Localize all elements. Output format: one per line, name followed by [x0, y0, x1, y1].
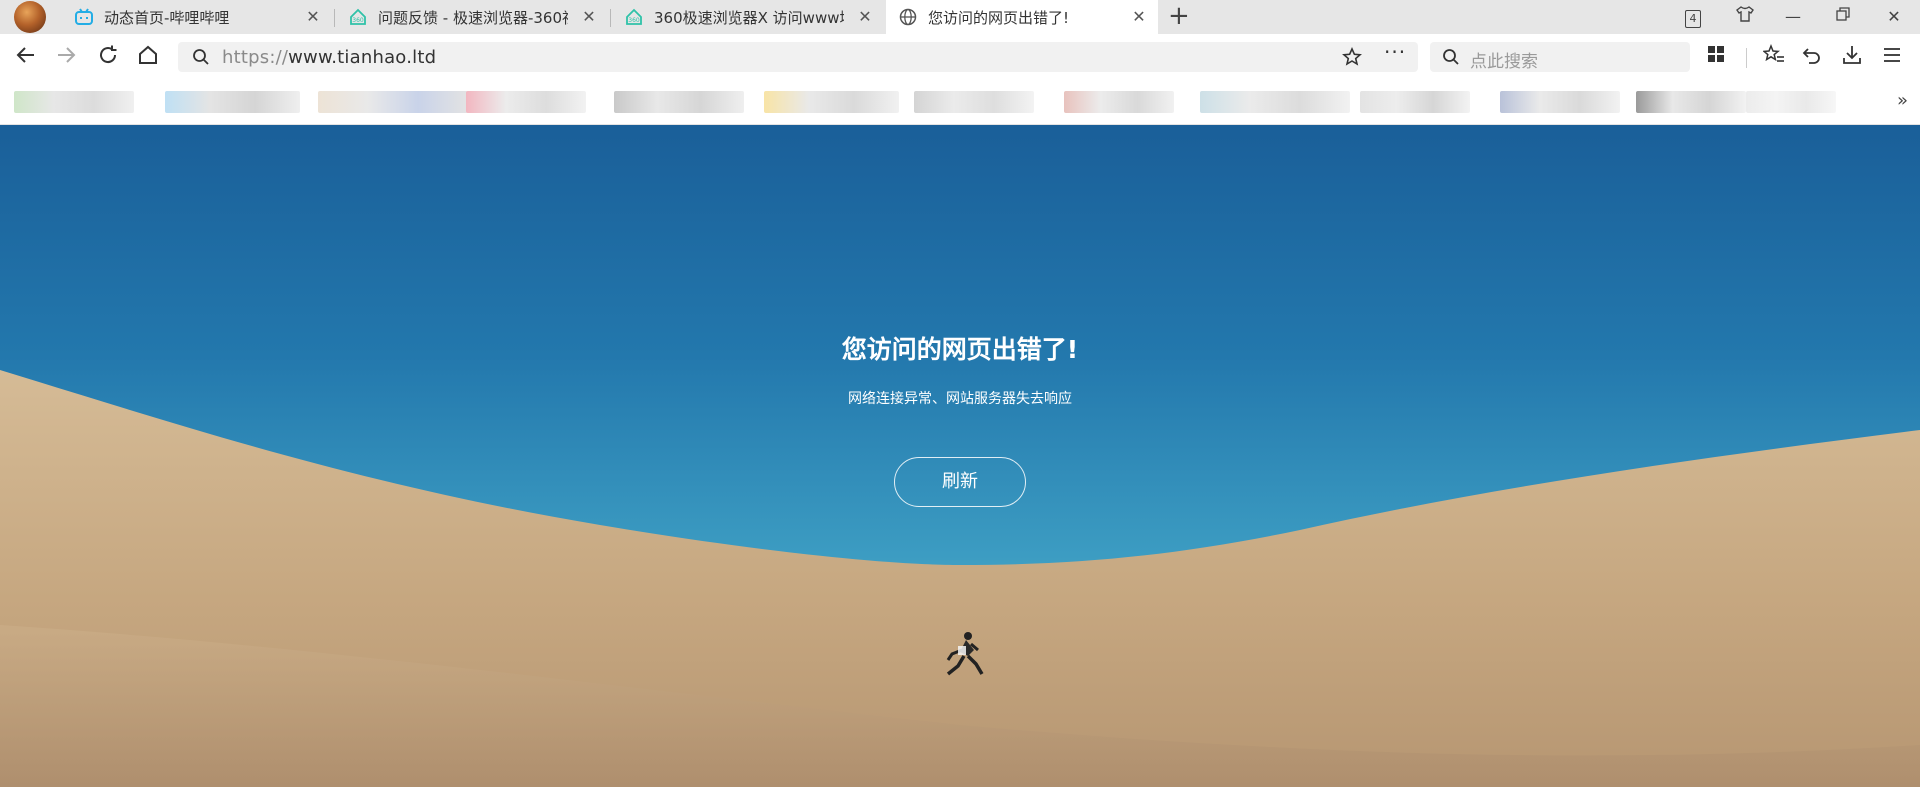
url-host: www.tianhao.ltd	[288, 47, 437, 68]
error-page: 您访问的网页出错了! 网络连接异常、网站服务器失去响应 刷新	[0, 125, 1920, 787]
bookmark-item[interactable]	[14, 91, 134, 113]
bookmark-item[interactable]	[1746, 91, 1836, 113]
bookmark-item[interactable]	[1500, 91, 1620, 113]
running-person-icon	[946, 632, 984, 676]
error-title: 您访问的网页出错了!	[841, 335, 1079, 364]
close-icon[interactable]: ✕	[1130, 8, 1148, 26]
undo-icon[interactable]	[1798, 44, 1826, 72]
svg-text:360: 360	[352, 17, 364, 24]
url-text: https://www.tianhao.ltd	[222, 47, 436, 68]
toolbar-divider	[1746, 48, 1747, 68]
minimize-icon[interactable]: —	[1780, 4, 1806, 30]
star-icon[interactable]	[1342, 47, 1362, 67]
refresh-button[interactable]: 刷新	[894, 457, 1026, 507]
favorites-list-icon[interactable]	[1760, 43, 1788, 72]
tab-title: 您访问的网页出错了!	[928, 8, 1070, 27]
360-browser-icon: 360	[350, 8, 366, 25]
reload-icon[interactable]	[94, 44, 122, 72]
address-bar[interactable]: https://www.tianhao.ltd ···	[178, 40, 1418, 72]
download-icon[interactable]	[1838, 44, 1866, 72]
home-icon[interactable]	[134, 44, 162, 72]
bookmark-item[interactable]	[165, 91, 300, 113]
close-window-icon[interactable]: ✕	[1881, 4, 1907, 30]
more-options-icon[interactable]: ···	[1384, 40, 1406, 64]
search-placeholder: 点此搜索	[1470, 52, 1538, 72]
globe-icon	[899, 8, 917, 26]
desert-dunes-illustration	[0, 370, 1920, 787]
search-icon	[1443, 49, 1459, 65]
tab-error-page[interactable]: 您访问的网页出错了! ✕	[886, 0, 1158, 34]
tab-divider	[610, 9, 611, 27]
bilibili-icon	[75, 8, 93, 25]
bookmark-item[interactable]	[1360, 91, 1470, 113]
bookmark-item[interactable]	[466, 91, 586, 113]
url-protocol: https://	[222, 47, 289, 68]
tab-title: 动态首页-哔哩哔哩	[104, 8, 230, 27]
bookmark-item[interactable]	[614, 91, 744, 113]
tab-feedback[interactable]: 360 问题反馈 - 极速浏览器-360社 ✕	[336, 0, 608, 34]
tab-strip: 动态首页-哔哩哔哩 ✕ 360 问题反馈 - 极速浏览器-360社 ✕ 360 …	[0, 0, 1920, 34]
skin-shirt-icon[interactable]	[1732, 4, 1758, 30]
bookmarks-bar: »	[0, 80, 1920, 125]
close-icon[interactable]: ✕	[856, 8, 874, 26]
navigation-bar: https://www.tianhao.ltd ··· 点此搜索	[0, 34, 1920, 80]
back-icon[interactable]	[12, 44, 40, 72]
apps-grid-icon[interactable]	[1702, 44, 1730, 72]
svg-text:360: 360	[628, 17, 640, 24]
tab-title: 360极速浏览器X 访问www域	[654, 8, 844, 27]
tab-count: 4	[1685, 10, 1701, 28]
menu-icon[interactable]	[1878, 44, 1906, 72]
bookmark-item[interactable]	[1200, 91, 1350, 113]
error-subtitle: 网络连接异常、网站服务器失去响应	[848, 391, 1072, 407]
search-box[interactable]: 点此搜索	[1430, 42, 1690, 72]
search-icon	[193, 49, 209, 65]
tab-title: 问题反馈 - 极速浏览器-360社	[378, 8, 568, 27]
tab-bilibili[interactable]: 动态首页-哔哩哔哩 ✕	[62, 0, 332, 34]
bookmarks-overflow-icon[interactable]: »	[1897, 90, 1908, 111]
close-icon[interactable]: ✕	[580, 8, 598, 26]
bookmark-item[interactable]	[764, 91, 899, 113]
new-tab-icon[interactable]: +	[1168, 3, 1190, 29]
close-icon[interactable]: ✕	[304, 8, 322, 26]
bookmark-item[interactable]	[1064, 91, 1174, 113]
tab-360-www[interactable]: 360 360极速浏览器X 访问www域 ✕	[612, 0, 884, 34]
360-browser-icon: 360	[626, 8, 642, 25]
tab-count-button[interactable]: 4	[1680, 4, 1706, 30]
bookmark-item[interactable]	[1636, 91, 1746, 113]
bookmark-item[interactable]	[914, 91, 1034, 113]
bookmark-item[interactable]	[318, 91, 468, 113]
restore-icon[interactable]	[1830, 4, 1856, 30]
user-avatar[interactable]	[14, 1, 46, 33]
tab-divider	[334, 9, 335, 27]
forward-icon[interactable]	[52, 44, 80, 72]
